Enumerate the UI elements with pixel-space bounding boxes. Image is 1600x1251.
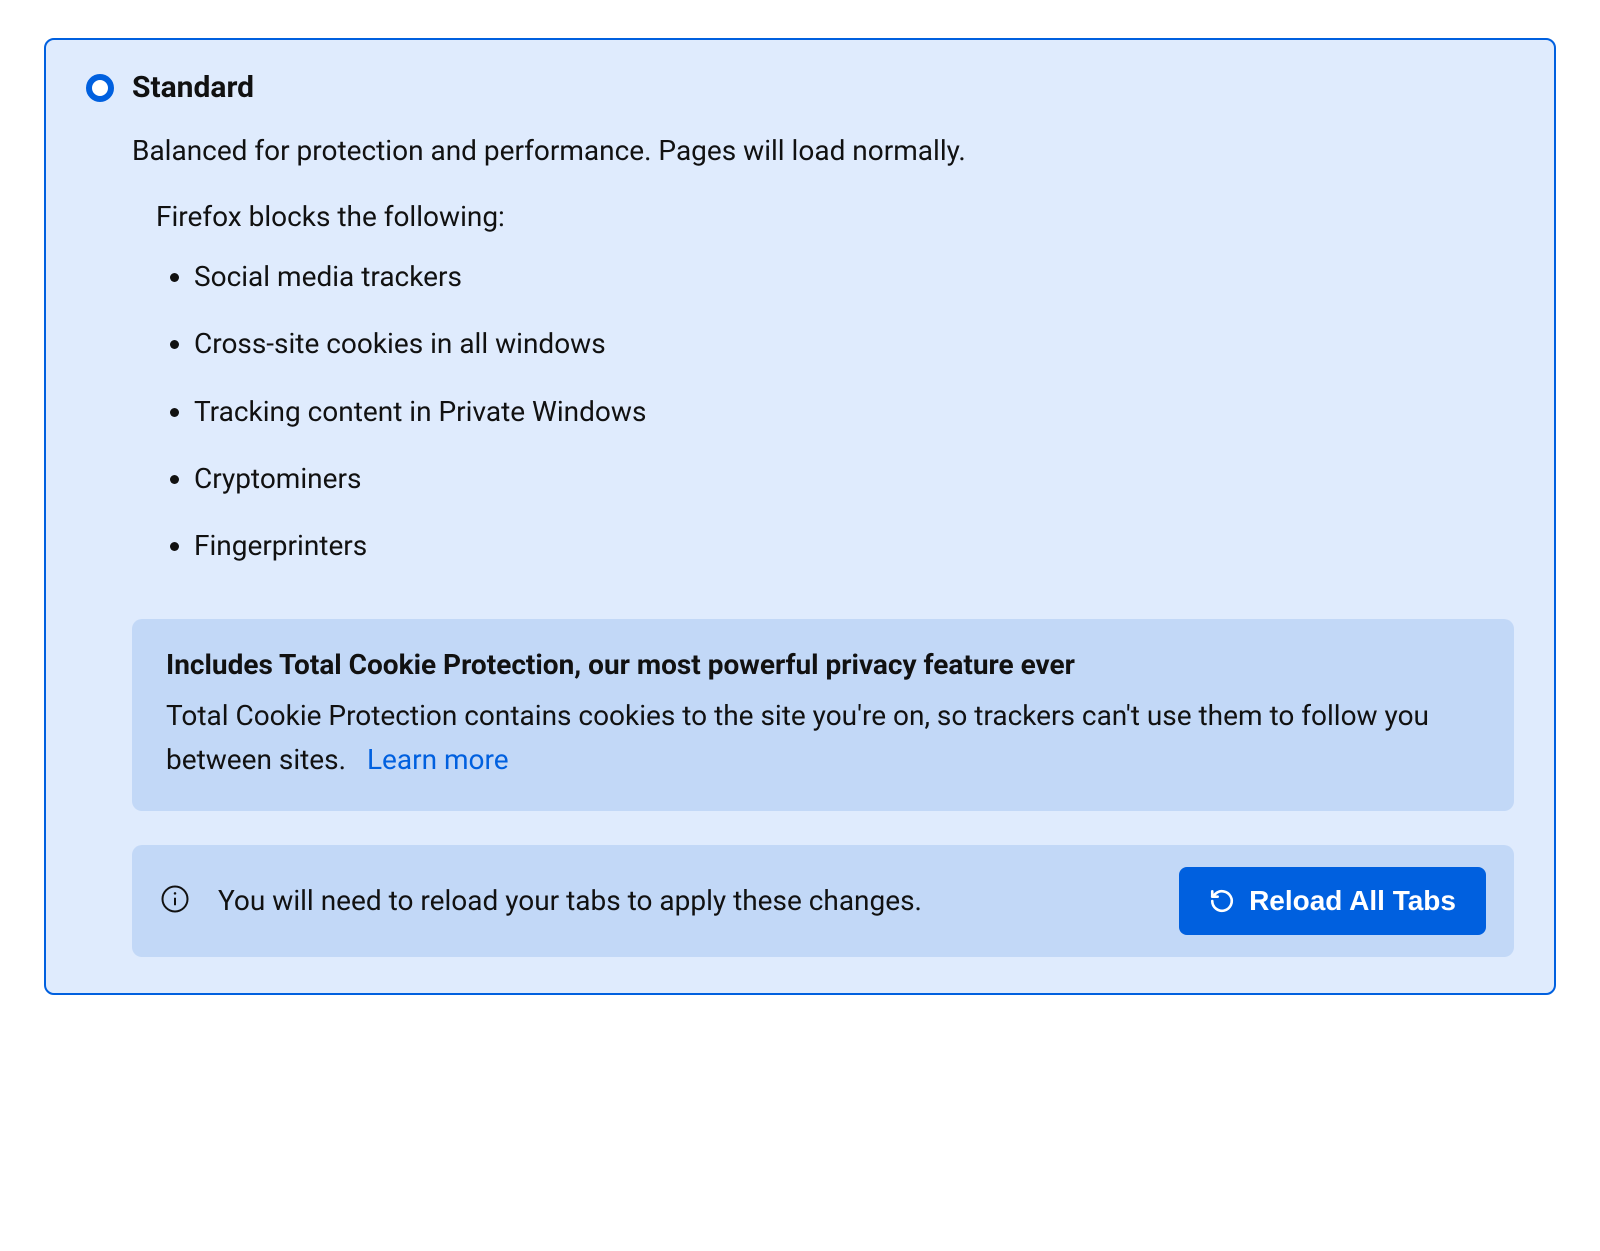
list-item: Cross-site cookies in all windows bbox=[194, 310, 1514, 377]
total-cookie-protection-callout: Includes Total Cookie Protection, our mo… bbox=[132, 619, 1514, 811]
blocks-heading: Firefox blocks the following: bbox=[132, 200, 1514, 233]
reload-message: You will need to reload your tabs to app… bbox=[218, 880, 1151, 922]
reload-button-label: Reload All Tabs bbox=[1249, 885, 1456, 917]
reload-tabs-bar: You will need to reload your tabs to app… bbox=[132, 845, 1514, 957]
list-item: Social media trackers bbox=[194, 243, 1514, 310]
list-item: Tracking content in Private Windows bbox=[194, 378, 1514, 445]
tcp-title: Includes Total Cookie Protection, our mo… bbox=[166, 645, 1480, 684]
info-icon bbox=[160, 884, 190, 918]
blocks-list: Social media trackers Cross-site cookies… bbox=[132, 243, 1514, 579]
list-item: Cryptominers bbox=[194, 445, 1514, 512]
protection-standard-option[interactable]: Standard bbox=[86, 70, 1514, 105]
radio-selected-icon bbox=[86, 74, 114, 102]
learn-more-link[interactable]: Learn more bbox=[367, 743, 509, 776]
list-item: Fingerprinters bbox=[194, 512, 1514, 579]
protection-option-label: Standard bbox=[132, 70, 254, 105]
protection-subtitle: Balanced for protection and performance.… bbox=[132, 131, 1514, 170]
protection-standard-panel: Standard Balanced for protection and per… bbox=[44, 38, 1556, 995]
tcp-body: Total Cookie Protection contains cookies… bbox=[166, 699, 1429, 775]
reload-icon bbox=[1209, 888, 1235, 914]
reload-all-tabs-button[interactable]: Reload All Tabs bbox=[1179, 867, 1486, 935]
